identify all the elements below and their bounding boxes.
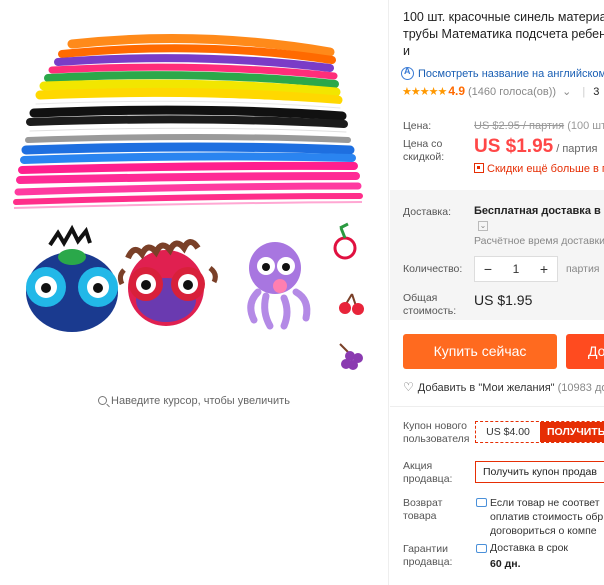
craft-figure-red xyxy=(117,239,218,326)
original-price: US $2.95 / партия (100 шт xyxy=(474,120,604,132)
quantity-unit: партия xyxy=(566,263,600,275)
new-user-coupon-label: Купон нового пользователя xyxy=(403,420,470,445)
rating-row: ★★★★★ 4.9 (1460 голоса(ов)) ⌄ | 3 xyxy=(402,84,599,98)
magnifier-icon xyxy=(98,396,108,405)
total-price: US $1.95 xyxy=(474,292,533,308)
returns-label: Возврат товара xyxy=(403,497,443,522)
orders-count: 3 xyxy=(593,86,600,98)
more-discounts-text: Скидки ещё больше в п xyxy=(487,163,604,175)
current-price-value: US $1.95 xyxy=(474,136,554,157)
translate-title-link[interactable]: Посмотреть название на английском xyxy=(401,66,604,80)
rating-score: 4.9 xyxy=(448,84,465,98)
rating-votes-link[interactable]: (1460 голоса(ов)) xyxy=(468,86,556,98)
vertical-divider xyxy=(388,0,389,585)
get-coupon-button[interactable]: ПОЛУЧИТЬ xyxy=(540,422,604,442)
product-info-panel: 100 шт. красочные синель материалы Craft… xyxy=(390,0,604,585)
craft-figure-octopus xyxy=(247,242,311,330)
craft-grapes xyxy=(339,343,363,370)
chevron-down-icon[interactable]: ⌄ xyxy=(562,86,571,98)
discount-price-label: Цена со скидкой: xyxy=(403,138,445,163)
original-price-extra: (100 шт xyxy=(567,120,604,132)
discount-icon xyxy=(474,163,484,173)
total-label: Общая стоимость: xyxy=(403,292,457,317)
product-title: 100 шт. красочные синель материалы Craft… xyxy=(403,10,604,58)
shipping-method[interactable]: Бесплатная доставка в R xyxy=(474,205,604,217)
return-policy-icon xyxy=(476,498,487,507)
product-page: Наведите курсор, чтобы увеличить 100 шт.… xyxy=(0,0,604,585)
quantity-increase-button[interactable]: + xyxy=(531,261,557,277)
original-price-value: US $2.95 / партия xyxy=(474,120,565,132)
product-gallery: Наведите курсор, чтобы увеличить xyxy=(0,0,388,585)
quantity-decrease-button[interactable]: − xyxy=(475,261,501,277)
quantity-input[interactable]: 1 xyxy=(501,262,531,276)
zoom-hint-text: Наведите курсор, чтобы увеличить xyxy=(111,395,290,407)
price-label: Цена: xyxy=(403,120,432,132)
zoom-hint: Наведите курсор, чтобы увеличить xyxy=(0,395,388,407)
translate-link-text: Посмотреть название на английском xyxy=(418,68,604,80)
current-price: US $1.95/ партия xyxy=(474,136,597,158)
rating-stars-icon: ★★★★★ xyxy=(402,86,447,98)
wishlist-text: Добавить в "Мои желания" xyxy=(417,382,555,394)
craft-cherry-red xyxy=(333,222,357,260)
shipping-estimate: Расчётное время доставки xyxy=(474,235,604,247)
shipping-label: Доставка: xyxy=(403,206,452,218)
guarantee-text: Доставка в срок xyxy=(490,542,569,554)
rating-separator: | xyxy=(582,86,586,98)
shipping-chevron-down-icon[interactable]: ⌄ xyxy=(478,221,488,231)
translate-icon xyxy=(401,66,414,80)
delivery-truck-icon xyxy=(476,544,487,553)
coupon-amount: US $4.00 xyxy=(486,426,530,438)
guarantee-days: 60 дн. xyxy=(490,558,521,570)
buy-now-button[interactable]: Купить сейчас xyxy=(403,334,557,369)
seller-coupon-button[interactable]: Получить купон продав xyxy=(475,461,604,483)
more-discounts-link[interactable]: Скидки ещё больше в п xyxy=(474,163,604,175)
add-to-wishlist-link[interactable]: ♡ Добавить в "Мои желания" (10983 до xyxy=(403,380,604,394)
seller-guarantee-label: Гарантии продавца: xyxy=(403,543,453,568)
quantity-stepper: − 1 + xyxy=(474,256,558,282)
quantity-label: Количество: xyxy=(403,263,463,275)
seller-promo-label: Акция продавца: xyxy=(403,460,453,485)
heart-icon: ♡ xyxy=(403,380,414,394)
craft-cherries-pair xyxy=(339,293,364,315)
returns-text: Если товар не соответ оплатив стоимость … xyxy=(490,497,604,537)
craft-figure-blue xyxy=(26,224,118,332)
product-photo[interactable] xyxy=(0,0,388,380)
new-user-coupon: US $4.00 ПОЛУЧИТЬ xyxy=(475,421,604,443)
section-divider xyxy=(390,406,604,407)
add-to-cart-button[interactable]: До xyxy=(566,334,604,369)
wishlist-count: (10983 до xyxy=(557,382,604,394)
current-price-unit: / партия xyxy=(556,143,598,155)
